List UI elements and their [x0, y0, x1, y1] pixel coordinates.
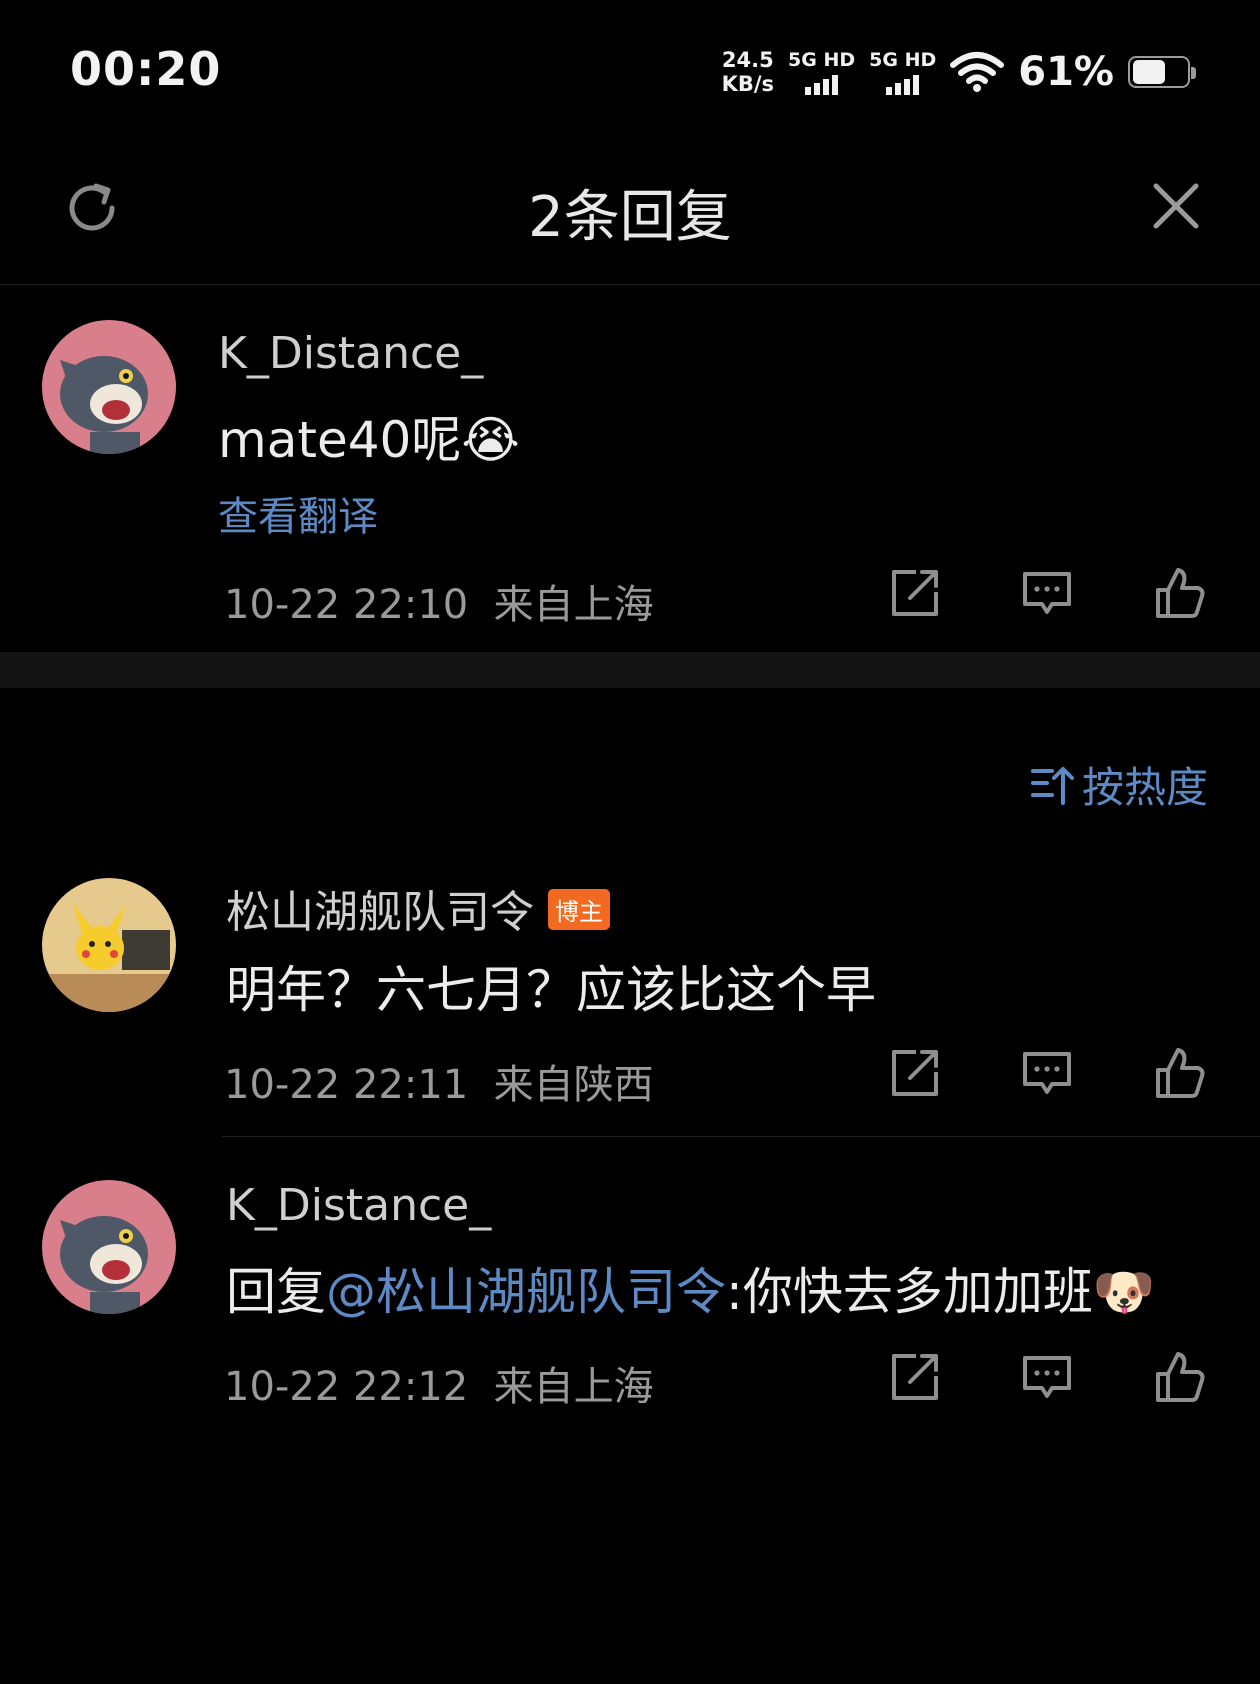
- timestamp: 10-22 22:10: [224, 582, 469, 628]
- battery-icon: [1128, 56, 1196, 88]
- sort-toggle[interactable]: 按热度: [1030, 754, 1208, 815]
- username[interactable]: K_Distance_: [226, 1180, 491, 1231]
- sim1-label: 5G HD: [788, 49, 856, 71]
- sort-icon: [1030, 766, 1074, 805]
- like-icon[interactable]: [1152, 1350, 1206, 1404]
- avatar[interactable]: [42, 1180, 176, 1314]
- signal-bars-icon: [805, 73, 839, 95]
- status-time: 00:20: [70, 42, 222, 96]
- reply-divider: [222, 1136, 1260, 1137]
- timestamp: 10-22 22:11: [224, 1062, 469, 1108]
- location: 来自上海: [493, 1364, 654, 1410]
- pikachu-avatar-icon: [42, 878, 176, 1012]
- reply-prefix: 回复: [226, 1263, 326, 1321]
- username-row: 松山湖舰队司令 博主: [226, 876, 610, 940]
- battery-fill: [1133, 60, 1165, 84]
- cat-avatar-icon: [42, 320, 176, 454]
- share-icon[interactable]: [888, 566, 942, 620]
- comment-meta: 10-22 22:10 来自上海: [224, 572, 654, 630]
- network-speed-value: 24.5: [721, 48, 774, 72]
- comment-body: mate40呢: [218, 411, 462, 469]
- cat-avatar-icon: [42, 1180, 176, 1314]
- sim2-label: 5G HD: [869, 49, 937, 71]
- reply-text: 明年？六七月？应该比这个早: [226, 961, 876, 1019]
- comment-text: mate40呢😭: [218, 400, 520, 472]
- comment-icon[interactable]: [1020, 1046, 1074, 1100]
- timestamp: 10-22 22:12: [224, 1364, 469, 1410]
- sort-label: 按热度: [1081, 763, 1208, 812]
- section-separator: [0, 652, 1260, 688]
- share-icon[interactable]: [888, 1350, 942, 1404]
- sim2-signal: 5G HD: [869, 49, 936, 95]
- signal-bars-icon: [886, 73, 920, 95]
- status-indicators: 24.5 KB/s 5G HD 5G HD 61%: [722, 48, 1196, 96]
- location: 来自上海: [493, 582, 654, 628]
- crying-emoji-icon: 😭: [461, 411, 520, 469]
- translate-link[interactable]: 查看翻译: [218, 484, 378, 542]
- avatar[interactable]: [42, 878, 176, 1012]
- like-icon[interactable]: [1152, 566, 1206, 620]
- location: 来自陕西: [493, 1062, 654, 1108]
- username[interactable]: K_Distance_: [218, 328, 483, 379]
- sim1-signal: 5G HD: [788, 49, 855, 95]
- network-speed: 24.5 KB/s: [722, 48, 774, 96]
- avatar[interactable]: [42, 320, 176, 454]
- comment-icon[interactable]: [1020, 566, 1074, 620]
- mention-link[interactable]: @松山湖舰队司令: [326, 1263, 726, 1321]
- username[interactable]: 松山湖舰队司令: [226, 887, 534, 938]
- wifi-icon: [950, 52, 1005, 92]
- reply-text: 回复@松山湖舰队司令:你快去多加加班🐶: [226, 1252, 1155, 1324]
- like-icon[interactable]: [1152, 1046, 1206, 1100]
- reply-meta: 10-22 22:11 来自陕西: [224, 1052, 654, 1110]
- page-title: 2条回复: [528, 185, 732, 250]
- comment-icon[interactable]: [1020, 1350, 1074, 1404]
- network-speed-unit: KB/s: [721, 72, 775, 96]
- author-badge: 博主: [548, 888, 610, 930]
- reply-body: :你快去多加加班: [726, 1263, 1093, 1321]
- close-icon[interactable]: [1150, 180, 1202, 232]
- reply-meta: 10-22 22:12 来自上海: [224, 1354, 654, 1412]
- doge-emoji-icon: 🐶: [1092, 1263, 1156, 1321]
- battery-percent: 61%: [1018, 49, 1114, 95]
- share-icon[interactable]: [888, 1046, 942, 1100]
- header-divider: [0, 284, 1260, 285]
